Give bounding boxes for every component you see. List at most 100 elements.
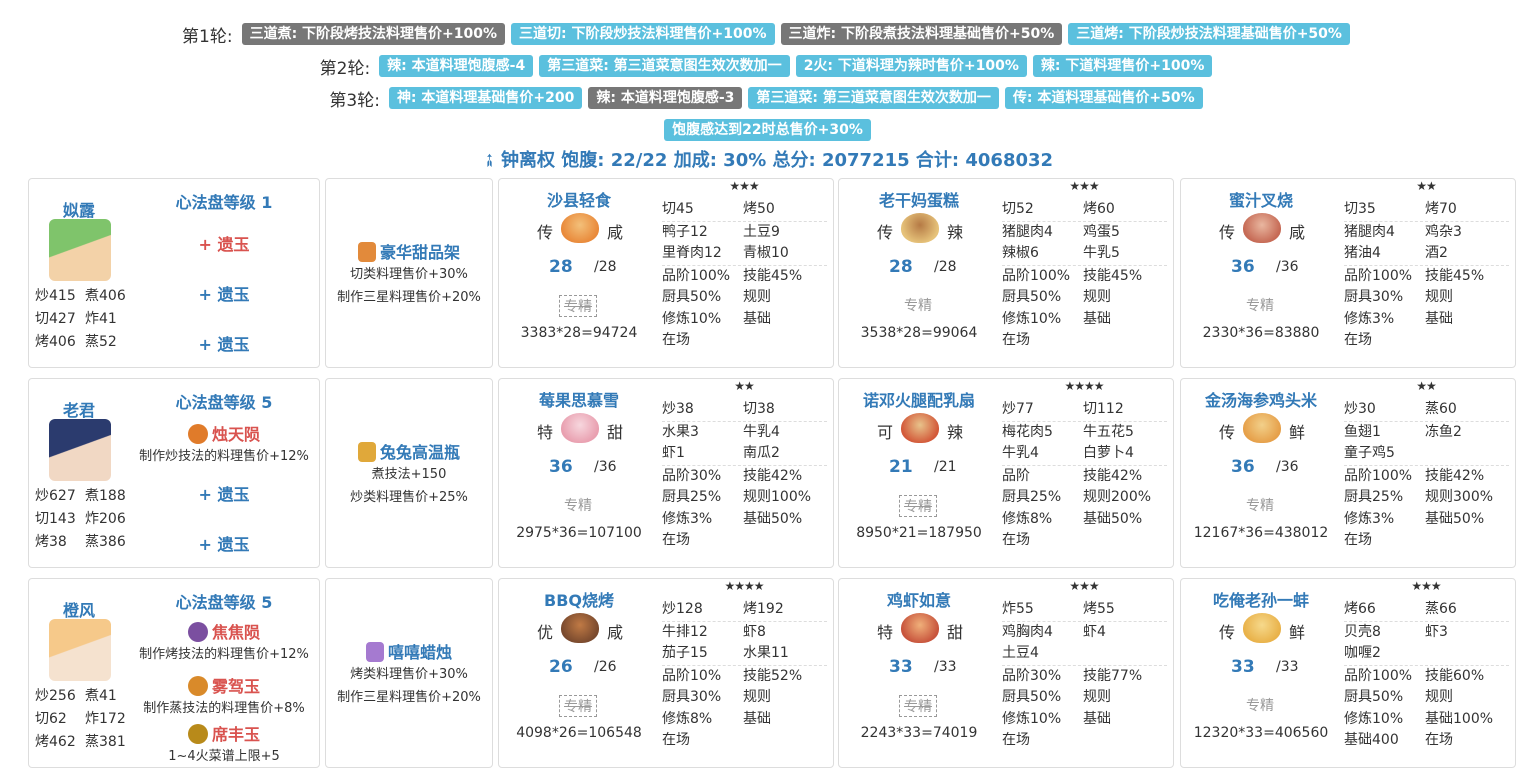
jade-desc: 制作烤技法的料理售价+12% <box>139 647 309 662</box>
bonus-line: 厨具50% 规则 <box>1002 287 1167 309</box>
recipe-quantity[interactable]: 28 <box>549 257 573 277</box>
specialty-slot[interactable]: 专精 <box>559 695 597 717</box>
recipe-quantity[interactable]: 26 <box>549 657 573 677</box>
bonus: 修炼8% <box>662 710 713 727</box>
recipe-rarity: 传 <box>1219 423 1236 442</box>
material: 青椒10 <box>743 245 789 261</box>
specialty-slot[interactable]: 专精 <box>559 295 597 317</box>
material-line: 土豆4 <box>1002 643 1167 666</box>
recipe-name[interactable]: BBQ烧烤 <box>499 587 659 611</box>
specialty-slot[interactable]: 专精 <box>899 295 937 315</box>
recipe-score: 12320*33=406560 <box>1193 725 1329 741</box>
jade-slot[interactable]: 雾驾玉 <box>129 673 319 697</box>
bonus-line: 厨具50% 规则 <box>662 287 827 309</box>
stat-line: 炒256 煮41 <box>35 685 135 708</box>
chef-card: 老君 炒627 煮188 切143 炸206 烤38 蒸386 心法盘等级 5 烛天陨 制作炒技法… <box>28 378 320 568</box>
recipe-name[interactable]: 诺邓火腿配乳扇 <box>839 387 999 411</box>
specialty-slot[interactable]: 专精 <box>559 495 597 515</box>
bonus: 规则300% <box>1425 489 1494 505</box>
bonus: 修炼3% <box>1344 310 1395 327</box>
material: 南瓜2 <box>743 445 780 461</box>
chef-name[interactable]: 橙风 <box>29 597 129 621</box>
specialty-slot[interactable]: 专精 <box>899 495 937 517</box>
stat-line: 切62 炸172 <box>35 708 135 731</box>
recipe-quantity[interactable]: 36 <box>1231 457 1255 477</box>
equip-name[interactable]: 豪华甜品架 <box>326 239 492 263</box>
bonus: 规则 <box>1425 289 1453 305</box>
recipe-rarity: 传 <box>877 223 894 242</box>
bonus: 修炼10% <box>1002 310 1062 327</box>
recipe-max: /28 <box>934 259 957 275</box>
jade-icon <box>187 424 208 444</box>
recipe-name[interactable]: 老干妈蛋糕 <box>839 187 999 211</box>
equip-card: 嘻嘻蜡烛 烤类料理售价+30% 制作三星料理售价+20% <box>325 578 493 768</box>
bonus-line: 在场 <box>662 730 827 752</box>
bonus <box>1425 330 1506 352</box>
jade-label: + 遗玉 <box>198 485 250 504</box>
bonus-line: 品阶30% 技能42% <box>662 466 827 488</box>
jade-slot[interactable]: + 遗玉 <box>129 231 319 255</box>
recipe-name[interactable]: 金汤海参鸡头米 <box>1181 387 1341 411</box>
jade-slot[interactable]: 席丰玉 <box>129 721 319 745</box>
bonus-line: 品阶10% 技能52% <box>662 666 827 688</box>
jade-slot[interactable]: + 遗玉 <box>129 481 319 505</box>
recipe-name[interactable]: 蜜汁叉烧 <box>1181 187 1341 211</box>
specialty-slot[interactable]: 专精 <box>899 695 937 717</box>
jade-slot[interactable]: + 遗玉 <box>129 331 319 355</box>
stat-value: 烤38 <box>35 534 67 550</box>
bonus: 技能45% <box>743 267 803 284</box>
equip-desc: 烤类料理售价+30% 制作三星料理售价+20% <box>326 663 492 709</box>
recipe-quantity[interactable]: 36 <box>549 457 573 477</box>
bonus-line: 在场 <box>1002 530 1167 552</box>
material: 贝壳8 <box>1344 623 1381 640</box>
recipe-max: /33 <box>1276 659 1299 675</box>
material: 鸡杂3 <box>1425 223 1462 240</box>
material-line: 咖喱2 <box>1344 643 1509 666</box>
recipe-quantity[interactable]: 36 <box>1231 257 1255 277</box>
recipe-max: /26 <box>594 659 617 675</box>
material-line: 牛乳4 白萝卜4 <box>1002 443 1167 466</box>
bonus: 基础50% <box>743 510 803 527</box>
bonus: 品阶100% <box>662 267 731 284</box>
chef-level[interactable]: 心法盘等级 5 <box>129 389 319 413</box>
recipe-quantity[interactable]: 21 <box>889 457 913 477</box>
recipe-quantity[interactable]: 33 <box>1231 657 1255 677</box>
stat-value: 煮188 <box>85 488 126 504</box>
recipe-quantity[interactable]: 33 <box>889 657 913 677</box>
chef-stats: 炒256 煮41 切62 炸172 烤462 蒸381 <box>35 685 135 754</box>
specialty-slot[interactable]: 专精 <box>1241 295 1279 315</box>
skill-line: 切35 烤70 <box>1344 199 1509 222</box>
bonus-line: 厨具50% 规则 <box>1344 687 1509 709</box>
jade-slot[interactable]: 烛天陨 <box>129 421 319 445</box>
jade-icon <box>187 676 208 696</box>
jade-slot[interactable]: 焦焦陨 <box>129 619 319 643</box>
dish-icon <box>901 613 939 643</box>
recipe-quantity[interactable]: 28 <box>889 257 913 277</box>
specialty-slot[interactable]: 专精 <box>1241 495 1279 515</box>
bonus: 厨具25% <box>662 489 722 505</box>
material <box>1425 443 1506 465</box>
jade-slot[interactable]: + 遗玉 <box>129 531 319 555</box>
recipe-name[interactable]: 沙县轻食 <box>499 187 659 211</box>
recipe-name[interactable]: 莓果思慕雪 <box>499 387 659 411</box>
jade-slot[interactable]: + 遗玉 <box>129 281 319 305</box>
chef-level[interactable]: 心法盘等级 5 <box>129 589 319 613</box>
chef-name[interactable]: 老君 <box>29 397 129 421</box>
material: 里脊肉12 <box>662 245 722 261</box>
chef-name[interactable]: 姒露 <box>29 197 129 221</box>
equip-name[interactable]: 兔兔高温瓶 <box>326 439 492 463</box>
stat-line: 炒415 煮406 <box>35 285 135 308</box>
specialty-slot[interactable]: 专精 <box>1241 695 1279 715</box>
recipe-name[interactable]: 鸡虾如意 <box>839 587 999 611</box>
recipe-details: 烤66 蒸66 贝壳8 虾3 咖喱2 品阶100% 技能60% 厨具50% 规则 修炼10% 基础1… <box>1344 599 1509 752</box>
stat-value: 炸41 <box>85 311 117 327</box>
chef-stats: 炒415 煮406 切427 炸41 烤406 蒸52 <box>35 285 135 354</box>
material-line: 童子鸡5 <box>1344 443 1509 466</box>
chef-level[interactable]: 心法盘等级 1 <box>129 189 319 213</box>
recipe-score: 2243*33=74019 <box>860 725 978 741</box>
equip-name[interactable]: 嘻嘻蜡烛 <box>326 639 492 663</box>
bonus-line: 在场 <box>1002 330 1167 352</box>
recipe-name[interactable]: 吃俺老孙一蚌 <box>1181 587 1341 611</box>
recipe-rarity: 特 <box>877 623 894 642</box>
bonus: 修炼8% <box>1002 510 1053 527</box>
